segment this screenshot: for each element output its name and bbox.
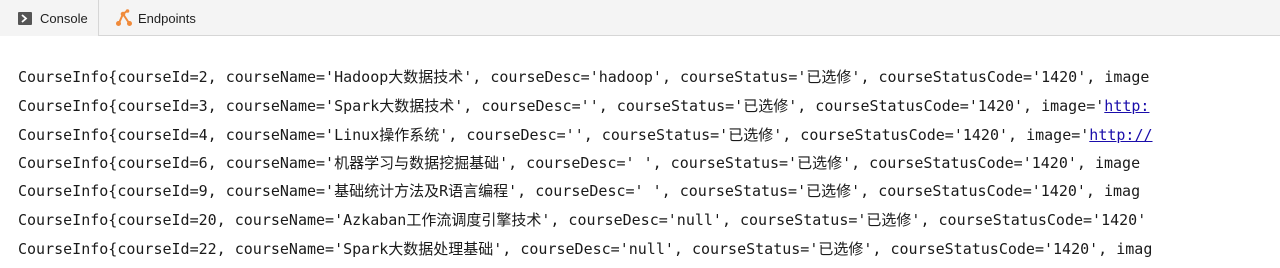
log-line: CourseInfo{courseId=22, courseName='Spar… <box>18 240 1153 258</box>
endpoints-icon <box>114 8 134 28</box>
console-output[interactable]: CourseInfo{courseId=2, courseName='Hadoo… <box>0 36 1280 268</box>
log-line: CourseInfo{courseId=3, courseName='Spark… <box>18 97 1150 115</box>
log-line: CourseInfo{courseId=4, courseName='Linux… <box>18 126 1153 144</box>
console-icon <box>18 11 32 25</box>
log-link[interactable]: http:// <box>1089 126 1152 144</box>
tab-endpoints[interactable]: Endpoints <box>112 0 212 36</box>
log-line: CourseInfo{courseId=9, courseName='基础统计方… <box>18 182 1141 200</box>
log-line: CourseInfo{courseId=20, courseName='Azka… <box>18 211 1147 229</box>
log-link[interactable]: http: <box>1104 97 1149 115</box>
log-line: CourseInfo{courseId=6, courseName='机器学习与… <box>18 154 1141 172</box>
log-line: CourseInfo{courseId=2, courseName='Hadoo… <box>18 68 1150 86</box>
tab-console[interactable]: Console <box>0 0 99 36</box>
tab-endpoints-label: Endpoints <box>138 10 196 26</box>
tab-console-label: Console <box>40 10 88 26</box>
tool-window-tabbar: Console Endpoints <box>0 0 1280 36</box>
